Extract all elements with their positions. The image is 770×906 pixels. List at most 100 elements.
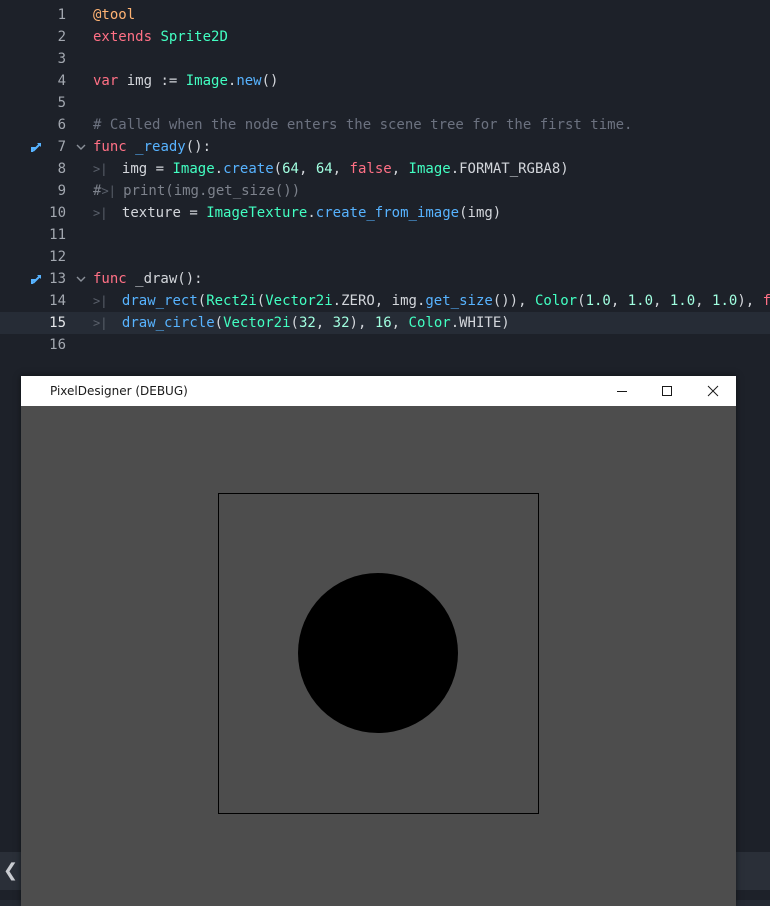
code-token: () xyxy=(261,73,279,89)
code-token: 1.0 xyxy=(669,293,696,309)
code-token: Vector2i xyxy=(265,293,333,309)
line-number: 6 xyxy=(57,117,66,133)
code-text: >| draw_rect(Rect2i(Vector2i.ZERO, img.g… xyxy=(93,290,770,312)
fold-chevron-icon[interactable] xyxy=(76,144,86,150)
line-number: 2 xyxy=(57,29,66,45)
code-token: print(img.get_size()) xyxy=(123,183,301,199)
code-token: ( xyxy=(290,315,299,331)
code-line[interactable]: 2 extends Sprite2D xyxy=(0,26,770,48)
minimize-icon xyxy=(617,391,627,392)
code-token: , xyxy=(315,315,333,331)
code-token: Image xyxy=(185,73,228,89)
code-line[interactable]: 5 xyxy=(0,92,770,114)
code-token: . xyxy=(307,205,316,221)
code-token: img = xyxy=(121,161,173,177)
code-token: .ZERO, img. xyxy=(332,293,426,309)
debug-game-window[interactable]: PixelDesigner (DEBUG) xyxy=(21,376,736,906)
code-text: >| draw_circle(Vector2i(32, 32), 16, Col… xyxy=(93,312,510,334)
code-token: 32 xyxy=(332,315,350,331)
code-token: var xyxy=(93,73,119,89)
line-number: 7 xyxy=(57,139,66,155)
code-line[interactable]: 3 xyxy=(0,48,770,70)
code-token: get_size xyxy=(425,293,493,309)
code-line[interactable]: 13 func _draw(): xyxy=(0,268,770,290)
code-token: extends xyxy=(93,29,153,45)
code-line[interactable]: 6 # Called when the node enters the scene… xyxy=(0,114,770,136)
line-number: 3 xyxy=(57,51,66,67)
code-token: # Called when the node enters the scene … xyxy=(93,117,633,133)
tab-indicator-icon: >| xyxy=(93,316,122,330)
code-line[interactable]: 4 var img := Image.new() xyxy=(0,70,770,92)
window-title: PixelDesigner (DEBUG) xyxy=(50,384,188,398)
code-token: draw_circle xyxy=(121,315,215,331)
code-token: Color xyxy=(534,293,578,309)
code-line[interactable]: 15 >| draw_circle(Vector2i(32, 32), 16, C… xyxy=(0,312,770,334)
close-button[interactable] xyxy=(690,376,736,406)
code-token: 1.0 xyxy=(627,293,654,309)
line-number: 11 xyxy=(49,227,66,243)
code-line[interactable]: 14 >| draw_rect(Rect2i(Vector2i.ZERO, img… xyxy=(0,290,770,312)
code-token: f xyxy=(762,293,770,309)
code-token: 1.0 xyxy=(712,293,738,309)
code-token: ( xyxy=(273,161,283,177)
code-text: >| texture = ImageTexture.create_from_im… xyxy=(93,202,501,224)
code-token: Image xyxy=(408,161,451,177)
minimize-button[interactable] xyxy=(599,376,645,406)
line-number: 14 xyxy=(49,293,66,309)
tab-indicator-icon: >| xyxy=(93,162,122,176)
line-number: 10 xyxy=(49,205,66,221)
code-token: 32 xyxy=(298,315,316,331)
tab-indicator-icon: >| xyxy=(93,294,122,308)
code-token: texture = xyxy=(121,205,207,221)
code-token: . xyxy=(214,161,224,177)
code-token: draw_rect xyxy=(121,293,198,309)
code-token: , xyxy=(298,161,316,177)
code-line[interactable]: 10 >| texture = ImageTexture.create_from_… xyxy=(0,202,770,224)
code-line[interactable]: 1 @tool xyxy=(0,4,770,26)
code-line[interactable]: 9 #>| print(img.get_size()) xyxy=(0,180,770,202)
code-token: 64 xyxy=(315,161,333,177)
code-token: new xyxy=(236,73,262,89)
code-line[interactable]: 11 xyxy=(0,224,770,246)
code-token: Sprite2D xyxy=(160,29,228,45)
code-token: ( xyxy=(214,315,224,331)
code-line[interactable]: 16 xyxy=(0,334,770,356)
code-token: img := xyxy=(118,73,186,89)
line-number: 5 xyxy=(57,95,66,111)
code-token: ( xyxy=(256,293,266,309)
code-token: , xyxy=(653,293,670,309)
fold-chevron-icon[interactable] xyxy=(76,276,86,282)
code-text: #>| print(img.get_size()) xyxy=(93,180,300,202)
line-number: 4 xyxy=(57,73,66,89)
line-number: 12 xyxy=(49,249,66,265)
code-text: func _ready(): xyxy=(93,136,211,158)
code-token: @tool xyxy=(93,7,136,23)
code-token: create xyxy=(223,161,274,177)
code-token: ()), xyxy=(492,293,535,309)
line-number: 8 xyxy=(57,161,66,177)
code-token: .FORMAT_RGBA8) xyxy=(450,161,569,177)
bottom-panel-strip xyxy=(736,852,770,890)
code-token: , xyxy=(695,293,713,309)
code-line[interactable]: 7 func _ready(): xyxy=(0,136,770,158)
code-token: func xyxy=(93,139,127,155)
window-titlebar[interactable]: PixelDesigner (DEBUG) xyxy=(21,376,736,406)
code-token: ImageTexture xyxy=(206,205,308,221)
code-line[interactable]: 12 xyxy=(0,246,770,268)
line-number: 15 xyxy=(49,315,66,331)
code-token: , xyxy=(391,315,409,331)
code-text: @tool xyxy=(93,4,135,26)
code-token: Image xyxy=(172,161,215,177)
code-token: 1.0 xyxy=(585,293,611,309)
maximize-button[interactable] xyxy=(644,376,690,406)
code-token: false xyxy=(349,161,392,177)
maximize-icon xyxy=(662,386,672,396)
code-token: , xyxy=(610,293,628,309)
code-text: var img := Image.new() xyxy=(93,70,278,92)
code-line[interactable]: 8 >| img = Image.create(64, 64, false, Im… xyxy=(0,158,770,180)
tab-indicator-icon: >| xyxy=(93,206,122,220)
code-token: .WHITE) xyxy=(450,315,510,331)
collapse-panel-button[interactable]: ❮ xyxy=(0,852,21,890)
code-token: , xyxy=(391,161,409,177)
